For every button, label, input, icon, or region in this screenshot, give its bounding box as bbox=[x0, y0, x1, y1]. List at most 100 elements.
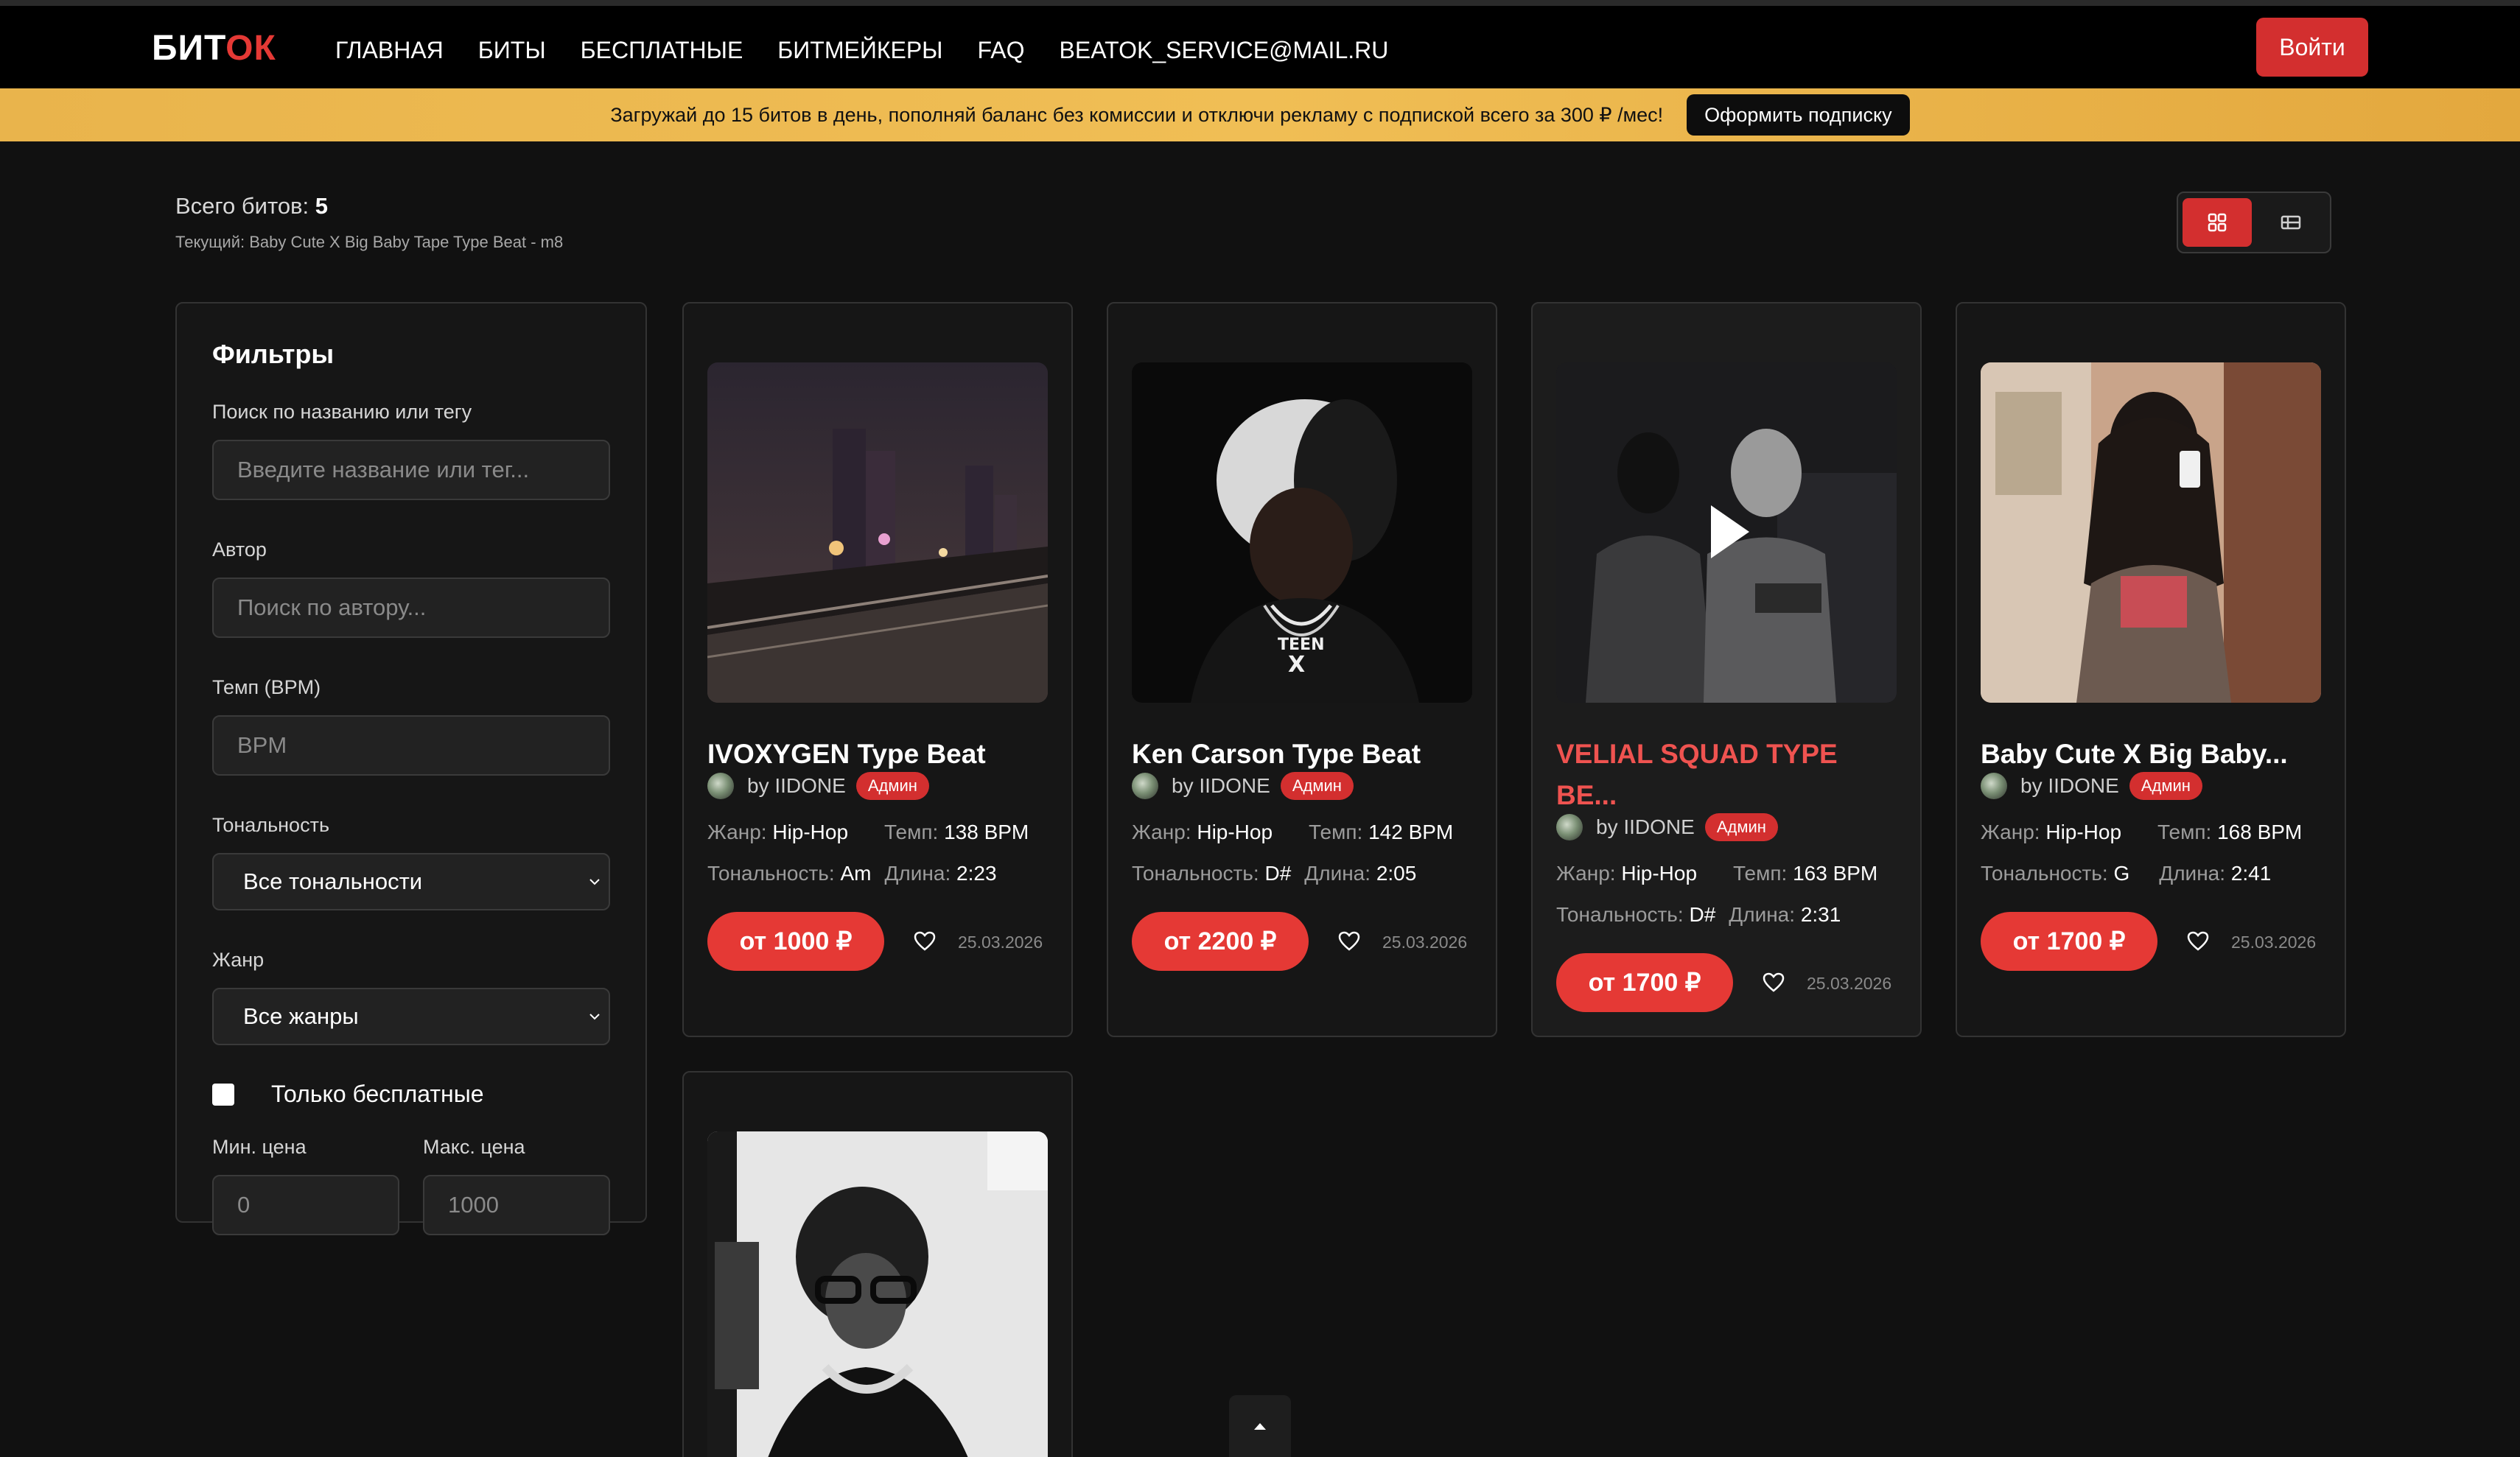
beat-author[interactable]: by IIDONE Админ bbox=[1981, 772, 2202, 800]
price-button[interactable]: от 1000 ₽ bbox=[707, 912, 884, 971]
key-value: G bbox=[2113, 862, 2130, 885]
city-night-image bbox=[707, 362, 1048, 703]
selfie-photo-image bbox=[1981, 362, 2321, 703]
price-button[interactable]: от 1700 ₽ bbox=[1981, 912, 2157, 971]
author-name: by IIDONE bbox=[2020, 774, 2119, 797]
tempo-value: 138 BPM bbox=[944, 821, 1029, 843]
length-label: Длина: bbox=[884, 862, 951, 885]
caret-up-icon bbox=[1254, 1423, 1266, 1430]
beat-card[interactable]: IVOXYGEN Type Beat by IIDONE Админ Жанр:… bbox=[682, 302, 1073, 1037]
table-icon bbox=[2281, 215, 2301, 230]
tempo-label: Темп: bbox=[2157, 821, 2212, 843]
beat-meta-row-2: Тональность: Am Длина: 2:23 bbox=[707, 862, 997, 885]
free-only-label: Только бесплатные bbox=[271, 1081, 484, 1107]
beat-cover[interactable] bbox=[707, 362, 1048, 703]
key-select-value: Все тональности bbox=[243, 868, 423, 894]
length-value: 2:41 bbox=[2230, 862, 2272, 885]
beat-author[interactable]: by IIDONE Админ bbox=[1132, 772, 1354, 800]
artist-portrait-image: TEEN X bbox=[1132, 362, 1472, 703]
genre-label: Жанр: bbox=[1132, 821, 1191, 843]
play-icon[interactable] bbox=[1708, 502, 1752, 561]
beat-meta-row-1: Жанр: Hip-Hop Темп: 168 BPM bbox=[1981, 821, 2302, 844]
svg-text:X: X bbox=[1288, 652, 1305, 678]
author-name: by IIDONE bbox=[747, 774, 846, 797]
genre-label: Жанр bbox=[212, 949, 265, 971]
beat-cover[interactable]: TEEN X bbox=[1132, 362, 1472, 703]
heart-icon[interactable] bbox=[1338, 931, 1360, 952]
beat-date: 25.03.2026 bbox=[1382, 933, 1468, 952]
nav-link-home[interactable]: ГЛАВНАЯ bbox=[335, 35, 444, 65]
beat-title[interactable]: Ken Carson Type Beat bbox=[1132, 734, 1478, 775]
list-view-button[interactable] bbox=[2256, 198, 2325, 247]
genre-label: Жанр: bbox=[1556, 862, 1616, 885]
bpm-input[interactable] bbox=[212, 715, 610, 776]
min-price-input[interactable] bbox=[212, 1175, 399, 1235]
min-price-label: Мин. цена bbox=[212, 1136, 307, 1158]
key-label: Тональность bbox=[212, 814, 330, 836]
key-select[interactable]: Все тональности bbox=[212, 853, 610, 910]
max-price-label: Макс. цена bbox=[423, 1136, 525, 1158]
tempo-label: Темп: bbox=[1309, 821, 1363, 843]
chevron-down-icon bbox=[589, 879, 600, 885]
length-label: Длина: bbox=[1729, 903, 1796, 926]
max-price-input[interactable] bbox=[423, 1175, 610, 1235]
beat-card[interactable]: Baby Cute X Big Baby... by IIDONE Админ … bbox=[1956, 302, 2346, 1037]
beat-cover[interactable] bbox=[707, 1131, 1048, 1457]
nav-link-faq[interactable]: FAQ bbox=[977, 35, 1024, 65]
tempo-value: 163 BPM bbox=[1793, 862, 1878, 885]
author-input[interactable] bbox=[212, 577, 610, 638]
subscribe-button[interactable]: Оформить подписку bbox=[1687, 94, 1910, 136]
admin-badge: Админ bbox=[2129, 772, 2202, 800]
navbar: БИТОК ГЛАВНАЯ БИТЫ БЕСПЛАТНЫЕ БИТМЕЙКЕРЫ… bbox=[0, 6, 2520, 88]
genre-value: Hip-Hop bbox=[2045, 821, 2122, 843]
nav-link-email[interactable]: BEATOK_SERVICE@MAIL.RU bbox=[1060, 35, 1389, 65]
beat-meta-row-2: Тональность: G Длина: 2:41 bbox=[1981, 862, 2271, 885]
author-label: Автор bbox=[212, 538, 267, 561]
genre-select[interactable]: Все жанры bbox=[212, 988, 610, 1045]
beat-date: 25.03.2026 bbox=[958, 933, 1043, 952]
beat-card[interactable]: TEEN X Ken Carson Type Beat by IIDONE Ад… bbox=[1107, 302, 1497, 1037]
length-value: 2:31 bbox=[1800, 903, 1841, 926]
chevron-down-icon bbox=[589, 1014, 600, 1020]
beat-author[interactable]: by IIDONE Админ bbox=[1556, 813, 1778, 841]
heart-icon[interactable] bbox=[914, 931, 936, 952]
beat-cover[interactable] bbox=[1556, 362, 1897, 703]
free-only-checkbox[interactable] bbox=[212, 1083, 234, 1106]
beat-card[interactable] bbox=[682, 1071, 1073, 1457]
free-only-row: Только бесплатные bbox=[212, 1081, 610, 1108]
logo-part2: ОК bbox=[225, 29, 276, 68]
beat-title[interactable]: VELIAL SQUAD TYPE BE... bbox=[1556, 734, 1903, 816]
author-avatar bbox=[707, 773, 734, 799]
beat-title[interactable]: Baby Cute X Big Baby... bbox=[1981, 734, 2327, 775]
beat-cover[interactable] bbox=[1981, 362, 2321, 703]
nav-link-beatmakers[interactable]: БИТМЕЙКЕРЫ bbox=[777, 35, 942, 65]
logo[interactable]: БИТОК bbox=[152, 28, 276, 69]
key-label: Тональность: bbox=[1981, 862, 2108, 885]
beat-card[interactable]: VELIAL SQUAD TYPE BE... by IIDONE Админ … bbox=[1531, 302, 1922, 1037]
grid-view-button[interactable] bbox=[2183, 198, 2252, 247]
total-beats: Всего битов: 5 bbox=[175, 193, 563, 220]
promo-banner: Загружай до 15 битов в день, пополняй ба… bbox=[0, 88, 2520, 141]
beat-meta-row-1: Жанр: Hip-Hop Темп: 163 BPM bbox=[1556, 862, 1877, 885]
tempo-value: 142 BPM bbox=[1368, 821, 1454, 843]
nav-link-beats[interactable]: БИТЫ bbox=[478, 35, 546, 65]
view-toggle bbox=[2177, 192, 2331, 253]
author-avatar bbox=[1132, 773, 1158, 799]
scroll-top-button[interactable] bbox=[1229, 1395, 1291, 1457]
author-avatar bbox=[1981, 773, 2007, 799]
price-button[interactable]: от 2200 ₽ bbox=[1132, 912, 1309, 971]
genre-value: Hip-Hop bbox=[1621, 862, 1698, 885]
heart-icon[interactable] bbox=[1763, 972, 1785, 993]
beat-author[interactable]: by IIDONE Админ bbox=[707, 772, 929, 800]
beat-title[interactable]: IVOXYGEN Type Beat bbox=[707, 734, 1054, 775]
promo-text: Загружай до 15 битов в день, пополняй ба… bbox=[610, 103, 1664, 126]
price-button[interactable]: от 1700 ₽ bbox=[1556, 953, 1733, 1012]
login-button[interactable]: Войти bbox=[2256, 18, 2368, 77]
beats-summary: Всего битов: 5 Текущий: Baby Cute X Big … bbox=[175, 193, 563, 252]
tempo-label: Темп: bbox=[1733, 862, 1788, 885]
genre-value: Hip-Hop bbox=[1197, 821, 1273, 843]
key-value: D# bbox=[1264, 862, 1292, 885]
search-input[interactable] bbox=[212, 440, 610, 500]
nav-link-free[interactable]: БЕСПЛАТНЫЕ bbox=[581, 35, 743, 65]
heart-icon[interactable] bbox=[2187, 931, 2209, 952]
